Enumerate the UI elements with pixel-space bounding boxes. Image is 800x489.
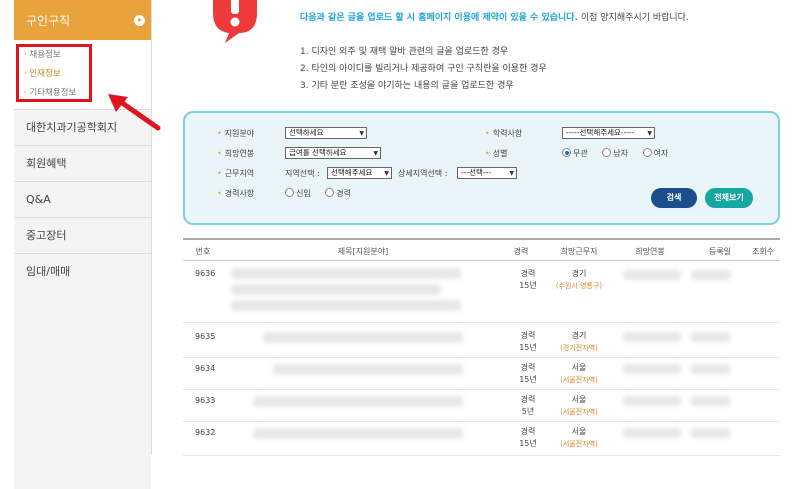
blurred-title — [253, 428, 463, 439]
notice-rule-2: 2. 타인의 아이디를 빌리거나 제공하여 구인 구직란을 이용한 경우 — [300, 64, 547, 74]
career-new-radio[interactable] — [285, 188, 294, 197]
blurred-title — [253, 396, 463, 407]
talent-table: 번호 제목[지원분야] 경력 희망근무지 희망연봉 등록일 조회수 9636 경… — [183, 238, 780, 456]
field-label: • 지원분야 — [217, 129, 255, 138]
row-number: 9636 — [195, 269, 216, 278]
blurred-salary — [623, 332, 681, 342]
row-experience: 경력 15년 — [519, 269, 537, 290]
table-row[interactable]: 9634 경력 15년 서울 (서울전지역) — [183, 358, 780, 390]
notice-warning-rest: 이점 양지해주시기 바랍니다. — [578, 13, 689, 23]
row-number: 9634 — [195, 364, 216, 373]
table-row[interactable]: 9633 경력 5년 서울 (서울전지역) — [183, 390, 780, 422]
salary-select[interactable]: 급여를 선택하세요 — [285, 147, 381, 159]
sidebar-header[interactable]: 구인구직 — [14, 0, 151, 40]
search-button[interactable]: 검색 — [651, 188, 697, 208]
gender-male-label: 남자 — [613, 149, 629, 158]
gender-label: • 성별 — [485, 149, 508, 158]
header-location: 희망근무지 — [560, 247, 598, 256]
education-label: • 학력사항 — [485, 129, 523, 138]
field-select[interactable]: 선택하세요 — [285, 127, 367, 139]
row-location: 경기 (경기전지역) — [560, 331, 598, 352]
row-experience: 경력 5년 — [520, 395, 536, 416]
row-location: 서울 (서울전지역) — [560, 363, 598, 384]
career-experienced-label: 경력 — [336, 189, 352, 198]
blurred-salary — [623, 270, 681, 280]
blurred-title — [231, 268, 461, 279]
blurred-date — [691, 364, 731, 374]
blurred-salary — [623, 428, 681, 438]
gender-female-label: 여자 — [653, 149, 669, 158]
career-new-label: 신입 — [296, 189, 311, 198]
table-row[interactable]: 9632 경력 15년 서울 (서울전지역) — [183, 422, 780, 456]
gender-options: 무관 남자 여자 — [562, 148, 668, 159]
header-salary: 희망연봉 — [635, 247, 665, 256]
red-arrow-icon — [108, 94, 161, 131]
blurred-title — [263, 332, 463, 343]
blurred-date — [691, 428, 731, 438]
blurred-date — [691, 396, 731, 406]
sidebar-item-market[interactable]: 중고장터 — [14, 217, 151, 253]
blurred-title — [231, 300, 461, 311]
sidebar: 구인구직 · 채용정보 · 인재정보 · 기타채용정보 대한치과기공학회지 회원… — [14, 0, 152, 489]
detail-region-label: 상세지역선택 : — [398, 169, 448, 178]
alert-icon — [213, 0, 257, 43]
blurred-salary — [623, 396, 681, 406]
view-all-button[interactable]: 전체보기 — [705, 188, 753, 208]
gender-female-radio[interactable] — [642, 148, 652, 157]
region-select[interactable]: 선택해주세요 — [327, 167, 392, 179]
career-options: 신입 경력 — [285, 188, 351, 199]
blurred-date — [691, 270, 731, 280]
career-experienced-radio[interactable] — [325, 188, 335, 197]
chevron-right-icon — [134, 15, 145, 26]
gender-male-radio[interactable] — [602, 148, 612, 157]
notice-warning: 다음과 같은 글을 업로드 할 시 홈페이지 이용에 제약이 있을 수 있습니다… — [300, 10, 689, 23]
salary-label: • 희망연봉 — [217, 149, 255, 158]
row-number: 9633 — [195, 396, 216, 405]
region-select-label: 지역선택 : — [285, 169, 320, 178]
detail-region-select[interactable]: ---선택--- — [457, 167, 517, 179]
notice-rule-3: 3. 기타 분란 조성을 야기하는 내용의 글을 업로드한 경우 — [300, 81, 514, 91]
gender-any-label: 무관 — [573, 149, 588, 158]
header-experience: 경력 — [513, 247, 529, 256]
sidebar-header-label: 구인구직 — [26, 13, 71, 28]
blurred-date — [691, 332, 731, 342]
row-location: 서울 (서울전지역) — [560, 427, 598, 448]
search-panel: •지원분야 선택하세요 •학력사항 -----선택해주세요----- •희망연봉… — [183, 111, 780, 225]
region-label: • 근무지역 — [217, 169, 255, 178]
row-location: 경기 (수원시 영통구) — [555, 269, 603, 290]
sidebar-item-benefits[interactable]: 회원혜택 — [14, 145, 151, 181]
header-views: 조회수 — [751, 247, 775, 256]
sidebar-item-lease[interactable]: 임대/매매 — [14, 253, 151, 289]
header-number: 번호 — [195, 247, 211, 256]
notice-rule-1: 1. 디자인 외주 및 재택 알바 관련의 글을 업로드한 경우 — [300, 47, 509, 57]
row-number: 9632 — [195, 428, 216, 437]
highlight-box — [16, 44, 92, 102]
table-row[interactable]: 9636 경력 15년 경기 (수원시 영통구) — [183, 263, 780, 323]
row-location: 서울 (서울전지역) — [560, 395, 598, 416]
blurred-title — [273, 364, 463, 375]
row-experience: 경력 15년 — [519, 331, 537, 352]
sidebar-item-qna[interactable]: Q&A — [14, 181, 151, 217]
gender-any-radio[interactable] — [562, 148, 571, 157]
table-header: 번호 제목[지원분야] 경력 희망근무지 희망연봉 등록일 조회수 — [183, 238, 780, 261]
notice-warning-highlight: 다음과 같은 글을 업로드 할 시 홈페이지 이용에 제약이 있을 수 있습니다… — [300, 13, 579, 23]
row-experience: 경력 15년 — [519, 363, 537, 384]
header-date: 등록일 — [708, 247, 732, 256]
blurred-salary — [623, 364, 681, 374]
table-row[interactable]: 9635 경력 15년 경기 (경기전지역) — [183, 326, 780, 358]
header-title: 제목[지원분야] — [337, 247, 389, 256]
row-experience: 경력 15년 — [519, 427, 537, 448]
sidebar-filler — [14, 289, 151, 489]
row-number: 9635 — [195, 332, 216, 341]
blurred-title — [231, 284, 441, 295]
career-label: • 경력사항 — [217, 189, 255, 198]
education-select[interactable]: -----선택해주세요----- — [562, 127, 655, 139]
